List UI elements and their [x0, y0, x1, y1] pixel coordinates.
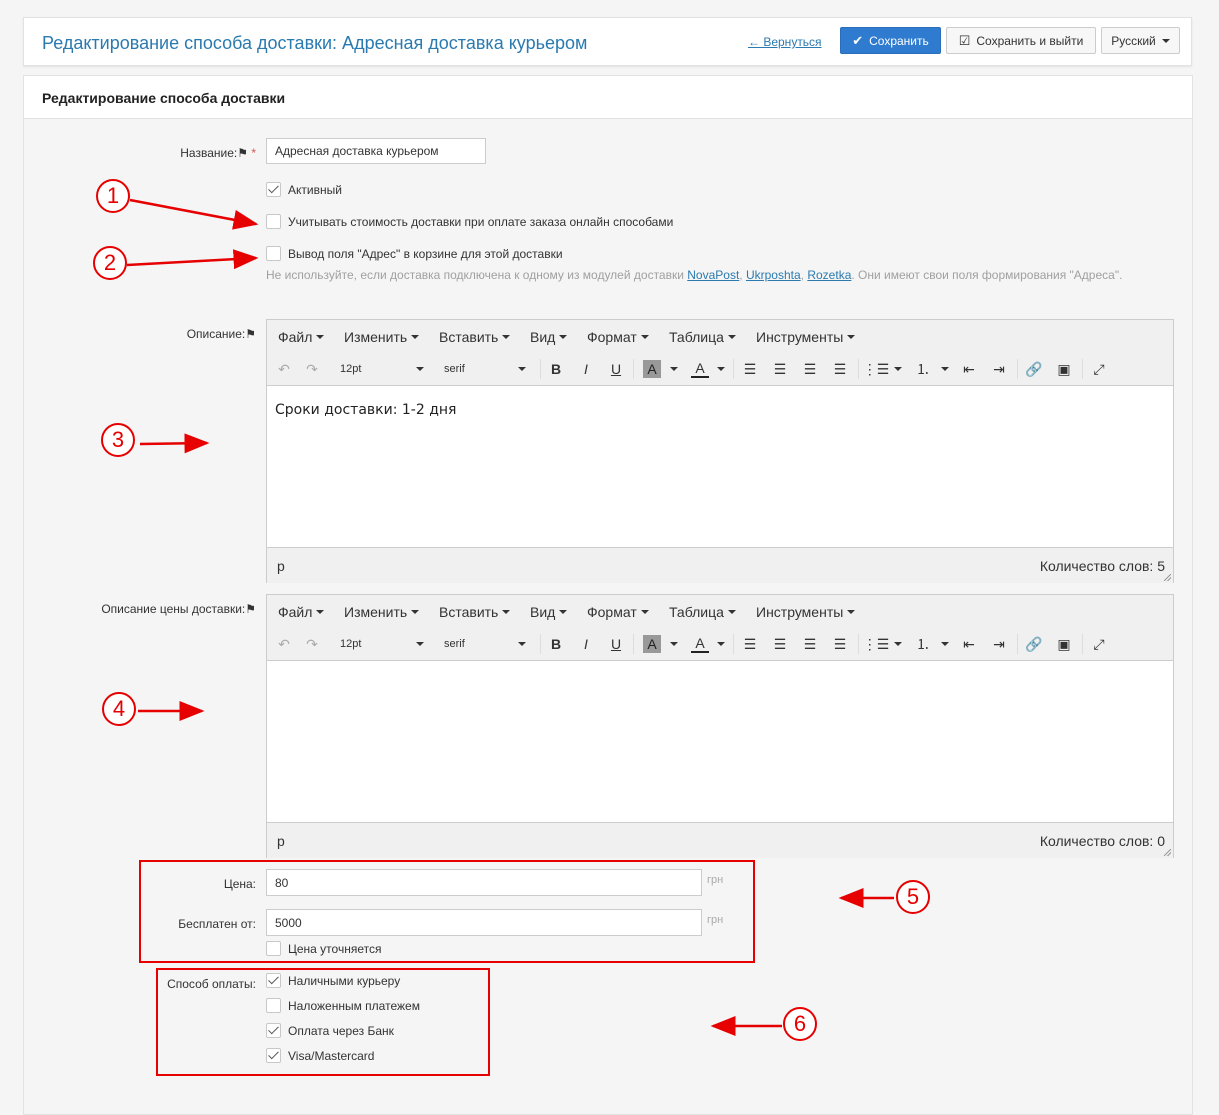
annotation-marker-5: 5	[896, 880, 930, 914]
annotation-marker-1: 1	[96, 179, 130, 213]
annotation-arrow-2	[126, 249, 259, 270]
annotation-arrow-3	[139, 433, 210, 454]
annotation-marker-4: 4	[102, 692, 136, 726]
annotation-arrows	[126, 198, 894, 1036]
annotation-marker-2: 2	[93, 246, 127, 280]
annotation-marker-3: 3	[101, 423, 135, 457]
annotation-arrow-1	[129, 198, 259, 230]
annotation-marker-6: 6	[783, 1007, 817, 1041]
